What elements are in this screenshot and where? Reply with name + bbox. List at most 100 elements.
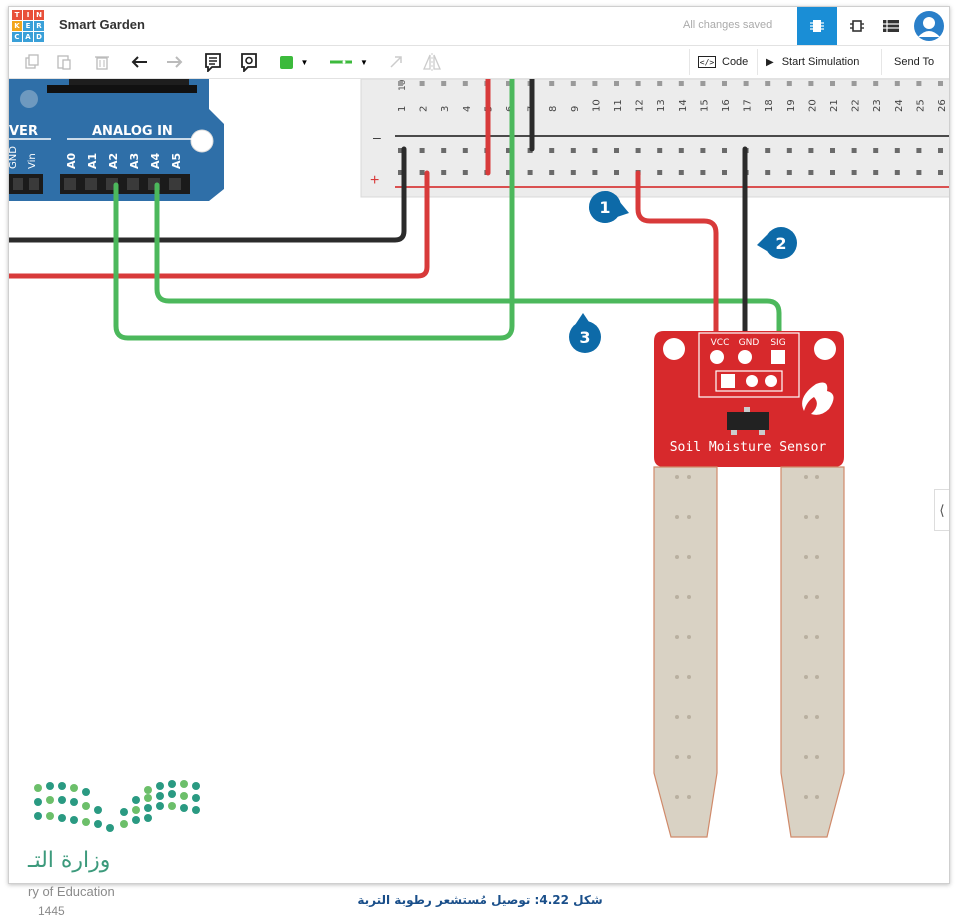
header-socket[interactable]: [85, 178, 97, 190]
start-simulation-button[interactable]: ▶ Start Simulation: [757, 49, 867, 75]
rail-hole[interactable]: [462, 148, 468, 153]
rail-hole[interactable]: [916, 148, 922, 153]
sensor-pin-vcc[interactable]: [710, 350, 724, 364]
code-icon: </>: [698, 56, 716, 68]
rail-hole[interactable]: [549, 148, 555, 153]
rail-hole[interactable]: [700, 148, 706, 153]
rail-hole[interactable]: [657, 170, 663, 175]
rail-hole[interactable]: [894, 148, 900, 153]
rail-hole[interactable]: [441, 170, 447, 175]
wire-color-swatch: [279, 55, 293, 69]
circuit-svg: VER ANALOG IN GND Vin A0A1A2A3A4A5 10123…: [9, 79, 949, 838]
workplane-canvas[interactable]: VER ANALOG IN GND Vin A0A1A2A3A4A5 10123…: [9, 79, 949, 883]
wire-type-picker[interactable]: ▼: [327, 50, 371, 74]
start-simulation-label: Start Simulation: [781, 56, 860, 68]
rail-hole[interactable]: [592, 170, 598, 175]
rail-hole[interactable]: [549, 170, 555, 175]
breadboard-column-label: 4: [462, 106, 473, 112]
rail-hole[interactable]: [462, 170, 468, 175]
breadboard-column-label: 3: [440, 106, 451, 112]
paste-button[interactable]: [53, 50, 75, 74]
rail-hole[interactable]: [765, 148, 771, 153]
logo-letter: I: [23, 10, 33, 20]
rail-hole[interactable]: [851, 148, 857, 153]
rail-hole[interactable]: [570, 148, 576, 153]
circuit-view-button[interactable]: [797, 7, 837, 45]
rail-hole[interactable]: [419, 170, 425, 175]
breadboard-column-label: 13: [656, 99, 667, 112]
rotate-button[interactable]: [385, 50, 407, 74]
breadboard-column-label: 11: [613, 99, 624, 112]
flip-button[interactable]: [419, 50, 445, 74]
rail-hole[interactable]: [765, 170, 771, 175]
breadboard-column-label: 17: [743, 99, 754, 112]
wire-green-a4-to-sig[interactable]: [154, 182, 782, 354]
header-socket[interactable]: [13, 178, 23, 190]
rail-hole[interactable]: [786, 170, 792, 175]
callout-3: 3: [569, 313, 601, 353]
wire-color-picker[interactable]: ▼: [275, 50, 313, 74]
rail-hole[interactable]: [938, 148, 943, 153]
notes-button[interactable]: [201, 50, 225, 74]
rail-hole[interactable]: [635, 148, 641, 153]
sensor-pin-gnd[interactable]: [738, 350, 752, 364]
breadboard-column-label: 25: [915, 99, 926, 112]
rail-hole[interactable]: [851, 170, 857, 175]
rail-hole[interactable]: [592, 148, 598, 153]
rail-hole[interactable]: [808, 148, 814, 153]
header-socket[interactable]: [169, 178, 181, 190]
top-bar: T I N K E R C A D Smart Garden All chang…: [9, 7, 949, 46]
rail-hole[interactable]: [830, 148, 835, 153]
mounting-hole: [190, 129, 214, 153]
rail-hole[interactable]: [916, 170, 922, 175]
redo-button[interactable]: [163, 50, 185, 74]
header-socket[interactable]: [64, 178, 76, 190]
analog-pin-label: A4: [149, 152, 162, 169]
breadboard-column-label: 10: [591, 99, 602, 112]
rail-hole[interactable]: [873, 170, 879, 175]
send-to-button[interactable]: Send To: [881, 49, 946, 75]
rail-hole[interactable]: [657, 148, 663, 153]
rail-hole[interactable]: [570, 170, 576, 175]
analog-pin-label: A1: [86, 153, 99, 169]
delete-button[interactable]: [91, 50, 113, 74]
power-label: VER: [9, 124, 38, 139]
rail-hole[interactable]: [938, 170, 943, 175]
soil-moisture-sensor[interactable]: VCC GND SIG Soil Moisture Sensor: [653, 331, 845, 838]
reset-icon[interactable]: [20, 90, 38, 108]
header-socket[interactable]: [29, 178, 39, 190]
rail-hole[interactable]: [527, 170, 533, 175]
rail-hole[interactable]: [873, 148, 879, 153]
project-title[interactable]: Smart Garden: [59, 17, 145, 32]
rail-hole[interactable]: [722, 148, 727, 153]
rail-hole[interactable]: [894, 170, 900, 175]
user-avatar[interactable]: [909, 7, 949, 45]
wire-red-vcc[interactable]: [635, 170, 719, 354]
side-panel-toggle[interactable]: ⟨: [934, 489, 949, 531]
undo-button[interactable]: [129, 50, 151, 74]
rail-hole[interactable]: [614, 170, 619, 175]
rail-hole[interactable]: [614, 148, 619, 153]
code-button[interactable]: </> Code: [689, 49, 756, 75]
analog-pin-label: A3: [128, 153, 141, 169]
breadboard-column-label: 20: [807, 99, 818, 112]
ministry-dots-emblem: [34, 780, 200, 832]
rail-hole[interactable]: [722, 170, 727, 175]
sensor-pin-sig[interactable]: [771, 350, 785, 364]
rail-hole[interactable]: [678, 170, 684, 175]
rail-hole[interactable]: [678, 148, 684, 153]
tinkercad-logo[interactable]: T I N K E R C A D: [12, 10, 44, 42]
notes-toggle-button[interactable]: [237, 50, 261, 74]
component-list-button[interactable]: [871, 7, 911, 45]
rail-hole[interactable]: [441, 148, 447, 153]
rail-hole[interactable]: [808, 170, 814, 175]
rail-hole[interactable]: [786, 148, 792, 153]
rail-hole[interactable]: [419, 148, 425, 153]
breadboard[interactable]: 1012345678910111213141516171819202122232…: [360, 79, 949, 198]
rail-hole[interactable]: [700, 170, 706, 175]
header-socket[interactable]: [127, 178, 139, 190]
rail-hole[interactable]: [830, 170, 835, 175]
copy-button[interactable]: [21, 50, 43, 74]
breadboard-column-label: 26: [937, 99, 948, 112]
callout-number: 2: [775, 234, 786, 253]
